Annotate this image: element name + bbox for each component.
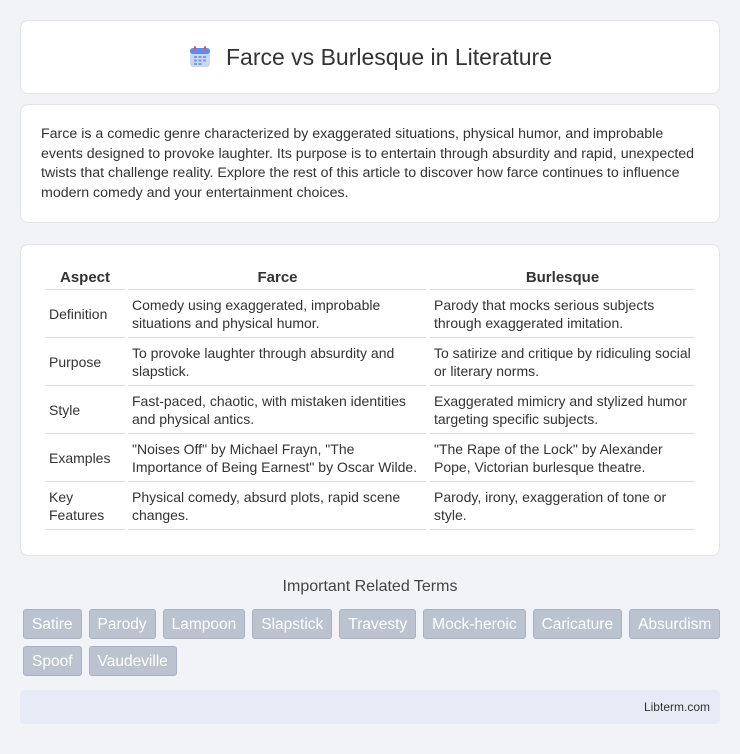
header-aspect: Aspect [45, 267, 125, 290]
burlesque-cell: Parody, irony, exaggeration of tone or s… [430, 482, 695, 530]
table-row: Purpose To provoke laughter through absu… [45, 338, 695, 386]
related-terms-list: Satire Parody Lampoon Slapstick Travesty… [23, 609, 723, 676]
table-row: Key Features Physical comedy, absurd plo… [45, 482, 695, 530]
tag-lampoon[interactable]: Lampoon [162, 609, 246, 639]
burlesque-cell: Parody that mocks serious subjects throu… [430, 290, 695, 338]
calendar-icon [188, 45, 212, 69]
aspect-cell: Style [45, 386, 125, 434]
table-row: Style Fast-paced, chaotic, with mistaken… [45, 386, 695, 434]
tag-vaudeville[interactable]: Vaudeville [88, 646, 177, 676]
tag-mock-heroic[interactable]: Mock-heroic [423, 609, 526, 639]
intro-card: Farce is a comedic genre characterized b… [20, 104, 720, 223]
farce-cell: Fast-paced, chaotic, with mistaken ident… [128, 386, 427, 434]
tag-spoof[interactable]: Spoof [23, 646, 82, 676]
table-header-row: Aspect Farce Burlesque [45, 267, 695, 290]
footer-site-link[interactable]: Libterm.com [644, 700, 710, 714]
table-row: Definition Comedy using exaggerated, imp… [45, 290, 695, 338]
burlesque-cell: "The Rape of the Lock" by Alexander Pope… [430, 434, 695, 482]
tag-slapstick[interactable]: Slapstick [252, 609, 333, 639]
burlesque-cell: Exaggerated mimicry and stylized humor t… [430, 386, 695, 434]
intro-text: Farce is a comedic genre characterized b… [41, 126, 695, 201]
tag-parody[interactable]: Parody [88, 609, 156, 639]
aspect-cell: Key Features [45, 482, 125, 530]
farce-cell: Comedy using exaggerated, improbable sit… [128, 290, 427, 338]
tag-absurdism[interactable]: Absurdism [629, 609, 721, 639]
title-card: Farce vs Burlesque in Literature [20, 20, 720, 94]
related-terms-title: Important Related Terms [282, 578, 458, 595]
tag-travesty[interactable]: Travesty [339, 609, 417, 639]
tag-satire[interactable]: Satire [23, 609, 82, 639]
farce-cell: To provoke laughter through absurdity an… [128, 338, 427, 386]
comparison-table: Aspect Farce Burlesque Definition Comedy… [42, 267, 698, 530]
footer: Libterm.com [20, 690, 720, 724]
tag-caricature[interactable]: Caricature [532, 609, 623, 639]
table-row: Examples "Noises Off" by Michael Frayn, … [45, 434, 695, 482]
page-title: Farce vs Burlesque in Literature [226, 43, 552, 70]
aspect-cell: Purpose [45, 338, 125, 386]
header-burlesque: Burlesque [430, 267, 695, 290]
header-farce: Farce [128, 267, 427, 290]
comparison-table-card: Aspect Farce Burlesque Definition Comedy… [20, 244, 720, 556]
farce-cell: "Noises Off" by Michael Frayn, "The Impo… [128, 434, 427, 482]
aspect-cell: Examples [45, 434, 125, 482]
aspect-cell: Definition [45, 290, 125, 338]
farce-cell: Physical comedy, absurd plots, rapid sce… [128, 482, 427, 530]
burlesque-cell: To satirize and critique by ridiculing s… [430, 338, 695, 386]
